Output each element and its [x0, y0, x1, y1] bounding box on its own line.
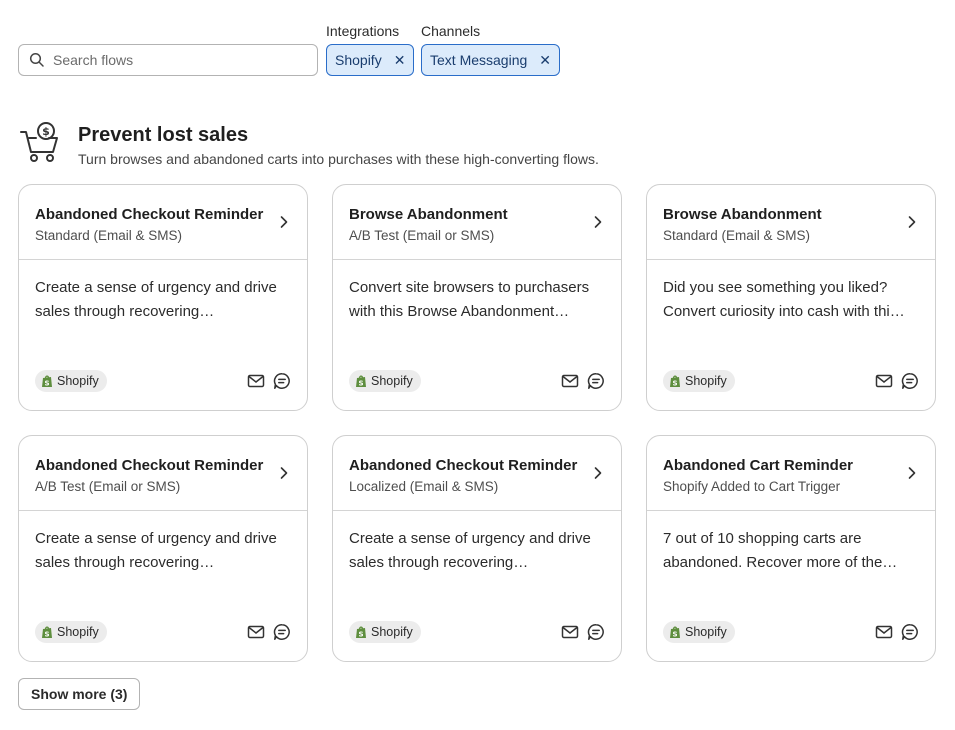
flow-card-footer: S Shopify: [663, 370, 919, 392]
channels-label: Channels: [421, 23, 481, 39]
flow-card-footer: S Shopify: [349, 370, 605, 392]
svg-text:S: S: [672, 380, 677, 388]
integrations-label: Integrations: [326, 23, 400, 39]
sms-icon: [587, 373, 604, 389]
channel-icons: [247, 623, 291, 641]
sms-icon: [901, 373, 918, 389]
integration-badge-label: Shopify: [371, 374, 413, 388]
integration-badge-label: Shopify: [685, 625, 727, 639]
channel-chip-label: Text Messaging: [430, 52, 528, 68]
email-icon: [875, 374, 893, 388]
flow-card-header[interactable]: Abandoned Checkout Reminder A/B Test (Em…: [19, 436, 307, 511]
flow-card[interactable]: Browse Abandonment A/B Test (Email or SM…: [332, 184, 622, 411]
email-icon: [561, 374, 579, 388]
integration-badge-label: Shopify: [57, 625, 99, 639]
integration-chip-label: Shopify: [335, 52, 382, 68]
integration-badge: S Shopify: [349, 370, 421, 392]
chevron-right-icon[interactable]: [593, 215, 603, 229]
svg-text:$: $: [42, 125, 50, 138]
svg-text:S: S: [358, 380, 363, 388]
flow-card-subtitle: Standard (Email & SMS): [663, 228, 811, 243]
integration-badge: S Shopify: [35, 370, 107, 392]
flow-card-header[interactable]: Abandoned Cart Reminder Shopify Added to…: [647, 436, 935, 511]
flow-card-footer: S Shopify: [663, 621, 919, 643]
channel-chip[interactable]: Text Messaging ✕: [421, 44, 561, 76]
section-title: Prevent lost sales: [78, 124, 249, 146]
svg-text:S: S: [44, 380, 49, 388]
integration-badge: S Shopify: [663, 370, 735, 392]
chevron-right-icon[interactable]: [279, 215, 289, 229]
svg-text:S: S: [672, 631, 677, 639]
flow-card[interactable]: Browse Abandonment Standard (Email & SMS…: [646, 184, 936, 411]
channel-icons: [875, 623, 919, 641]
sms-icon: [273, 373, 290, 389]
chevron-right-icon[interactable]: [279, 466, 289, 480]
flow-card-footer: S Shopify: [35, 621, 291, 643]
section-subtitle: Turn browses and abandoned carts into pu…: [78, 151, 599, 167]
flow-card-header[interactable]: Browse Abandonment A/B Test (Email or SM…: [333, 185, 621, 260]
flow-card-subtitle: A/B Test (Email or SMS): [349, 228, 495, 243]
shopify-icon: S: [42, 626, 52, 639]
shopify-icon: S: [356, 626, 366, 639]
integration-badge-label: Shopify: [685, 374, 727, 388]
search-input[interactable]: [53, 52, 303, 68]
flow-card[interactable]: Abandoned Checkout Reminder A/B Test (Em…: [18, 435, 308, 662]
svg-text:S: S: [358, 631, 363, 639]
cart-dollar-icon: $: [20, 122, 58, 162]
channel-icons: [875, 372, 919, 390]
sms-icon: [587, 624, 604, 640]
search-icon: [29, 52, 44, 67]
flow-card-header[interactable]: Abandoned Checkout Reminder Localized (E…: [333, 436, 621, 511]
integration-badge-label: Shopify: [57, 374, 99, 388]
flow-card-title: Abandoned Checkout Reminder: [35, 457, 264, 474]
shopify-icon: S: [670, 626, 680, 639]
section-header: $ Prevent lost sales Turn browses and ab…: [18, 120, 599, 167]
flow-card-header[interactable]: Browse Abandonment Standard (Email & SMS…: [647, 185, 935, 260]
flow-card-title: Abandoned Cart Reminder: [663, 457, 854, 474]
chevron-right-icon[interactable]: [593, 466, 603, 480]
email-icon: [875, 625, 893, 639]
channel-icons: [561, 623, 605, 641]
flow-card-footer: S Shopify: [349, 621, 605, 643]
flow-card-title: Browse Abandonment: [349, 206, 508, 223]
flow-card[interactable]: Abandoned Cart Reminder Shopify Added to…: [646, 435, 936, 662]
integration-badge: S Shopify: [35, 621, 107, 643]
flow-card-subtitle: Standard (Email & SMS): [35, 228, 183, 243]
chevron-right-icon[interactable]: [907, 215, 917, 229]
integration-badge: S Shopify: [663, 621, 735, 643]
show-more-button[interactable]: Show more (3): [18, 678, 141, 710]
email-icon: [247, 374, 265, 388]
sms-icon: [273, 624, 290, 640]
flow-card-title: Browse Abandonment: [663, 206, 822, 223]
svg-text:S: S: [44, 631, 49, 639]
email-icon: [247, 625, 265, 639]
shopify-icon: S: [670, 375, 680, 388]
flow-card-subtitle: Shopify Added to Cart Trigger: [663, 479, 841, 494]
close-icon[interactable]: ✕: [394, 53, 406, 67]
channel-icons: [561, 372, 605, 390]
integrations-filter: Integrations Shopify ✕: [326, 22, 415, 76]
flow-card-title: Abandoned Checkout Reminder: [35, 206, 264, 223]
channel-icons: [247, 372, 291, 390]
integration-badge-label: Shopify: [371, 625, 413, 639]
flow-card[interactable]: Abandoned Checkout Reminder Localized (E…: [332, 435, 622, 662]
flow-card-grid: Abandoned Checkout Reminder Standard (Em…: [18, 184, 936, 662]
search-box[interactable]: [18, 44, 318, 76]
email-icon: [561, 625, 579, 639]
sms-icon: [901, 624, 918, 640]
flow-card-header[interactable]: Abandoned Checkout Reminder Standard (Em…: [19, 185, 307, 260]
flow-card-title: Abandoned Checkout Reminder: [349, 457, 578, 474]
channels-filter: Channels Text Messaging ✕: [421, 22, 561, 76]
chevron-right-icon[interactable]: [907, 466, 917, 480]
integration-chip[interactable]: Shopify ✕: [326, 44, 415, 76]
close-icon[interactable]: ✕: [539, 53, 551, 67]
flow-card-subtitle: A/B Test (Email or SMS): [35, 479, 181, 494]
flow-card[interactable]: Abandoned Checkout Reminder Standard (Em…: [18, 184, 308, 411]
shopify-icon: S: [356, 375, 366, 388]
flow-card-footer: S Shopify: [35, 370, 291, 392]
shopify-icon: S: [42, 375, 52, 388]
flow-card-subtitle: Localized (Email & SMS): [349, 479, 499, 494]
filter-bar: Integrations Shopify ✕ Channels Text Mes…: [18, 22, 938, 78]
integration-badge: S Shopify: [349, 621, 421, 643]
